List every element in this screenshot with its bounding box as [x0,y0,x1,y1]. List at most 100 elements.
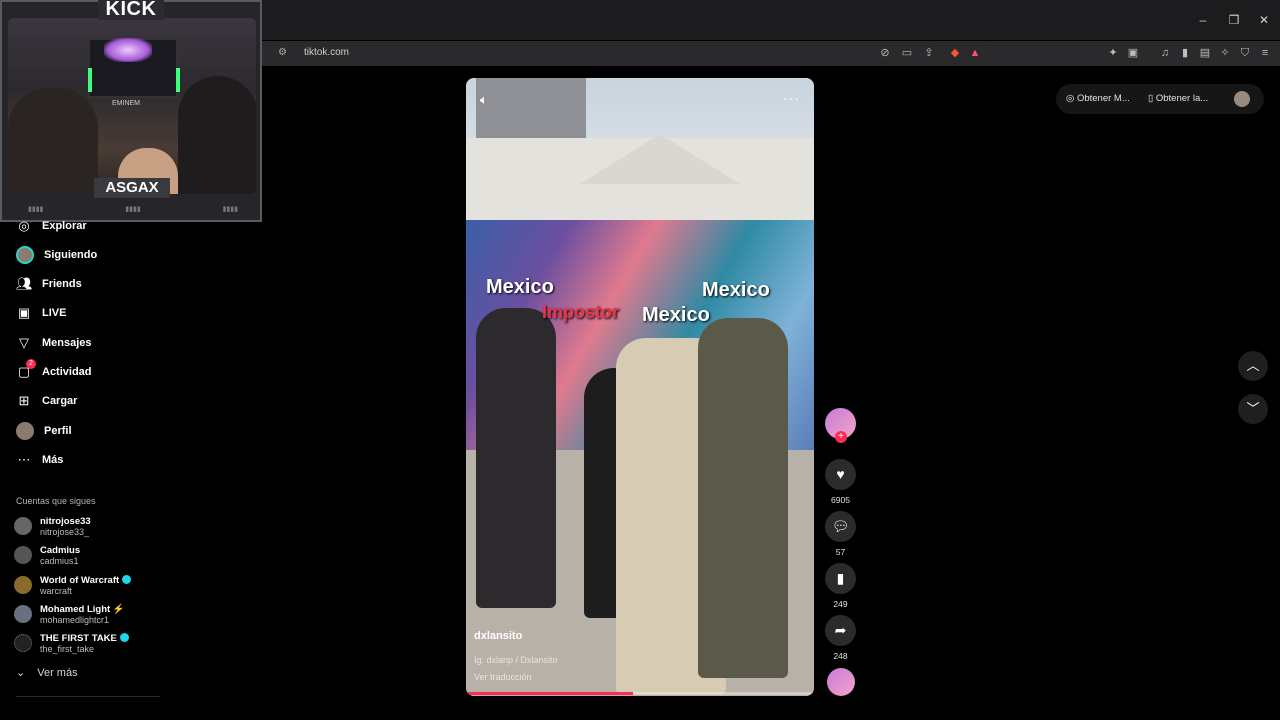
save-action[interactable]: ▮ 249 [825,563,856,609]
caption-impostor: Impostor [542,302,620,322]
restore-button[interactable]: ❐ [1219,12,1249,28]
share-action[interactable]: ➦ 248 [825,615,856,661]
app-download-bar: ◎ Obtener M... ▯ Obtener la... [1056,84,1264,114]
chevron-down-icon: ﹀ [1246,401,1260,416]
get-app-button[interactable]: ◎ Obtener M... [1066,93,1130,104]
get-mobile-button[interactable]: ▯ Obtener la... [1148,93,1208,104]
verified-badge-icon [122,574,132,584]
video-progress-bar[interactable] [466,692,814,695]
avatar [16,246,34,264]
social-icon: ▮▮▮▮ [222,206,238,213]
cast-icon[interactable]: ▭ [900,46,914,60]
extensions-icon[interactable]: ✦ [1106,46,1120,60]
video-author[interactable]: dxlansito [474,630,522,642]
sidebar-icon[interactable]: ▮ [1178,46,1192,60]
url-text[interactable]: tiktok.com [304,47,349,58]
following-item[interactable]: World of Warcraft warcraft [14,572,132,598]
avatar [16,422,34,440]
follow-plus-icon[interactable]: + [835,431,847,443]
nav-label: Actividad [42,366,92,378]
screenshot-icon[interactable]: ▣ [1126,46,1140,60]
nav-actividad[interactable]: ▢ 2 Actividad [16,359,92,382]
overlay-social-bar: ▮▮▮▮ ▮▮▮▮ ▮▮▮▮ [28,202,238,216]
comment-action[interactable]: 💬︎ 57 [825,511,856,557]
nav-label: Explorar [42,220,87,232]
nav-perfil[interactable]: Perfil [16,421,72,441]
kick-logo: KICK [98,0,164,20]
avatar [14,634,32,652]
video-description: Ig: dxlanp / Dxlansito [474,655,558,665]
avatar [14,546,32,564]
site-settings-icon[interactable]: ⚙ [278,47,290,59]
sidebar: ◎ Explorar Siguiendo 👥︎ Friends ▣ LIVE ▽… [0,218,160,720]
nav-mensajes[interactable]: ▽ Mensajes [16,333,92,353]
bookmark-icon[interactable]: ▮ [825,563,856,594]
share-arrow-icon[interactable]: ➦ [825,615,856,646]
social-icon: ▮▮▮▮ [125,206,141,213]
verified-badge-icon [119,632,129,642]
close-window-button[interactable]: ✕ [1249,12,1279,28]
nav-friends[interactable]: 👥︎ Friends [16,274,82,294]
music-disc-icon [826,668,855,696]
see-more-button[interactable]: ⌄ Ver más [16,666,78,680]
menu-icon[interactable]: ≡ [1258,46,1272,60]
account-name: THE FIRST TAKE [40,632,129,644]
nav-cargar[interactable]: ⊞ Cargar [16,391,78,411]
vpn-icon[interactable]: ⛉ [1238,46,1252,60]
nav-label: Friends [42,278,82,290]
comment-icon[interactable]: 💬︎ [825,511,856,542]
brave-shield-icon[interactable]: ◆ [948,46,962,60]
avatar [14,517,32,535]
video-player[interactable]: Mexico Impostor Mexico Mexico 🔈︎ ··· dxl… [466,78,814,696]
divider [16,696,160,697]
nav-siguiendo[interactable]: Siguiendo [16,245,97,265]
nav-label: Cargar [42,395,78,407]
leo-ai-icon[interactable]: ✧ [1218,46,1232,60]
account-name: Mohamed Light ⚡ [40,603,125,615]
caption-mexico: Mexico [486,276,554,298]
social-icon: ▮▮▮▮ [28,206,44,213]
video-person [698,318,788,678]
shelf-label: EMINEM [112,100,140,107]
creator-avatar-button[interactable]: + [825,408,856,443]
tv-icon: ▣ [17,305,31,320]
nav-mas[interactable]: ⋯ Más [16,450,64,470]
following-item[interactable]: Cadmius cadmius1 [14,542,80,568]
following-item[interactable]: Mohamed Light ⚡ mohamedlightcr1 [14,601,125,627]
share-count: 248 [833,651,848,661]
following-item[interactable]: nitrojose33 nitrojose33_ [14,513,91,539]
more-options-icon[interactable]: ··· [783,90,800,106]
minimize-button[interactable]: – [1188,12,1218,28]
previous-video-button[interactable]: ︿ [1238,351,1268,381]
nav-label: Mensajes [42,337,92,349]
like-action[interactable]: ♥ 6905 [825,459,856,505]
nav-label: LIVE [42,307,67,319]
comment-count: 57 [835,547,846,557]
send-icon: ▽ [19,335,29,350]
volume-icon[interactable]: 🔈︎ [480,92,488,108]
account-name: nitrojose33 [40,515,91,527]
caption-mexico: Mexico [702,279,770,301]
wallet-icon[interactable]: ▤ [1198,46,1212,60]
dots-icon: ⋯ [17,452,31,467]
profile-avatar[interactable] [1234,91,1250,107]
nav-explorar[interactable]: ◎ Explorar [16,216,87,236]
music-disc-button[interactable] [825,668,856,696]
account-name-text: THE FIRST TAKE [40,632,117,644]
media-icon[interactable]: ♫ [1158,46,1172,60]
nav-live[interactable]: ▣ LIVE [16,303,67,323]
chevron-down-icon: ⌄ [16,667,26,679]
get-mobile-label: Obtener la... [1155,93,1209,104]
translate-link[interactable]: Ver traducción [474,672,532,682]
nav-label: Perfil [44,425,72,437]
account-handle: the_first_take [40,643,95,654]
heart-icon[interactable]: ♥ [825,459,856,490]
next-video-button[interactable]: ﹀ [1238,394,1268,424]
no-tracking-icon[interactable]: ⊘ [878,46,892,60]
rewards-icon[interactable]: ▲ [968,46,982,60]
notification-badge: 2 [26,359,36,369]
following-item[interactable]: THE FIRST TAKE the_first_take [14,630,129,656]
share-icon[interactable]: ⇪ [922,46,936,60]
video-progress-fill [466,692,634,695]
see-more-label: Ver más [37,666,78,679]
